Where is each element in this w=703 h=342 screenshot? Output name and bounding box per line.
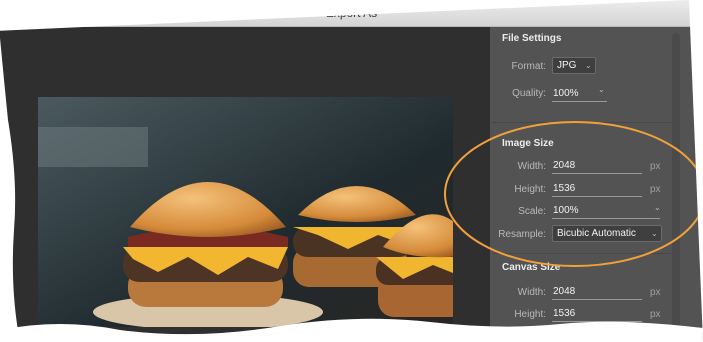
chevron-down-icon: ⌄ (651, 229, 658, 238)
scale-underline (552, 218, 660, 219)
reset-button[interactable]: Reset (623, 330, 649, 341)
quality-label: Quality: (512, 88, 546, 99)
quality-underline (552, 101, 607, 102)
image-height-label: Height: (514, 184, 546, 195)
image-height-input[interactable]: 1536 (553, 183, 575, 194)
image-size-header: Image Size (502, 138, 554, 149)
scale-input[interactable]: 100% (553, 205, 579, 216)
image-width-unit: px (650, 161, 661, 172)
file-settings-header: File Settings (502, 33, 562, 44)
canvas-height-unit: px (650, 309, 661, 320)
canvas-width-unit: px (650, 287, 661, 298)
format-label: Format: (511, 61, 546, 72)
preview-image (38, 97, 453, 327)
canvas-height-underline (552, 321, 642, 322)
section-divider (492, 253, 672, 254)
panel-scrollbar[interactable] (672, 33, 680, 333)
title-bar: Export As (0, 0, 703, 27)
window-title: Export As (325, 6, 378, 20)
scale-dropdown-icon[interactable]: ⌄ (654, 203, 661, 212)
resample-value: Bicubic Automatic (557, 228, 636, 239)
scale-label: Scale: (518, 206, 546, 217)
image-height-underline (552, 196, 642, 197)
section-divider (492, 122, 672, 123)
canvas-width-underline (552, 299, 642, 300)
chevron-down-icon: ⌄ (585, 61, 592, 70)
export-as-dialog: Export As File Settings Format: JPG ⌄ Qu… (0, 0, 703, 342)
canvas-height-input[interactable]: 1536 (553, 308, 575, 319)
format-select[interactable]: JPG ⌄ (552, 57, 596, 74)
canvas-width-label: Width: (517, 287, 546, 298)
canvas-width-input[interactable]: 2048 (553, 286, 575, 297)
resample-select[interactable]: Bicubic Automatic ⌄ (552, 225, 662, 242)
image-height-unit: px (650, 184, 661, 195)
image-width-underline (552, 173, 642, 174)
resample-label: Resample: (498, 229, 546, 240)
image-width-label: Width: (517, 161, 546, 172)
format-value: JPG (557, 60, 577, 71)
canvas-size-header: Canvas Size (502, 262, 561, 273)
quality-value[interactable]: 100% (553, 88, 579, 99)
image-width-input[interactable]: 2048 (553, 160, 575, 171)
quality-dropdown-icon[interactable]: ⌄ (598, 85, 605, 94)
canvas-height-label: Height: (514, 309, 546, 320)
